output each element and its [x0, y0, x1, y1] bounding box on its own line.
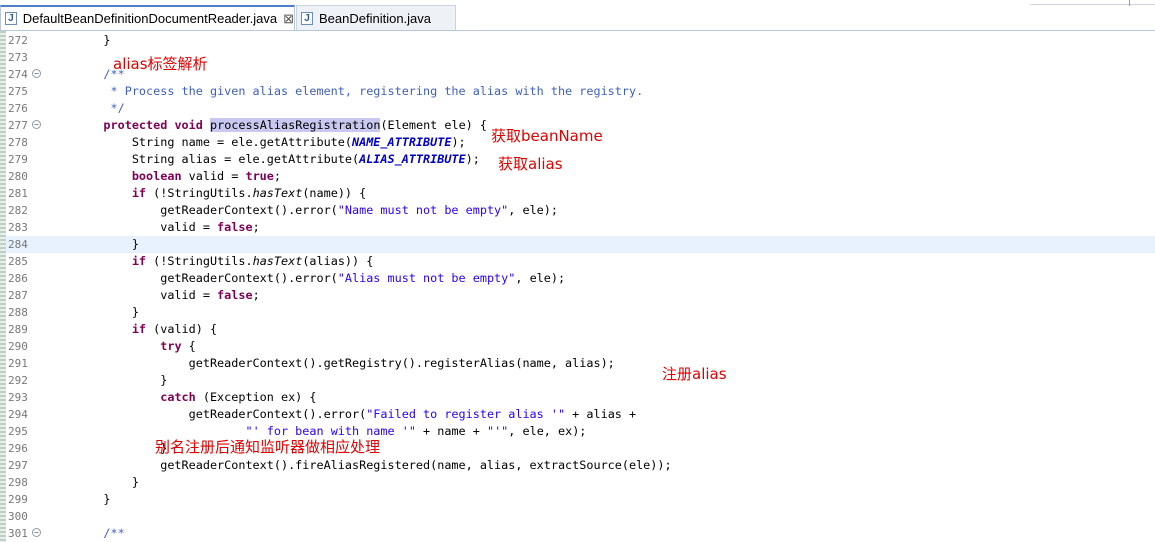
java-file-icon: J — [5, 12, 17, 25]
code-line[interactable]: 298 } — [6, 474, 1155, 491]
code-line[interactable]: 290 try { — [6, 338, 1155, 355]
annotation-notify-listener: 别名注册后通知监听器做相应处理 — [155, 438, 381, 456]
code-text[interactable]: } — [75, 236, 139, 253]
line-number: 272 — [8, 34, 28, 47]
line-number: 297 — [8, 459, 28, 472]
line-number: 276 — [8, 102, 28, 115]
annotation-get-beanname: 获取beanName — [491, 127, 603, 145]
code-line[interactable]: 280 boolean valid = true; — [6, 168, 1155, 185]
line-number: 292 — [8, 374, 28, 387]
code-text[interactable]: if (!StringUtils.hasText(alias)) { — [75, 253, 374, 270]
code-text[interactable]: getReaderContext().error("Failed to regi… — [75, 406, 636, 423]
code-text[interactable]: } — [75, 304, 139, 321]
code-text[interactable]: protected void processAliasRegistration(… — [75, 117, 487, 134]
line-number: 289 — [8, 323, 28, 336]
line-number: 300 — [8, 510, 28, 523]
code-text[interactable]: String alias = ele.getAttribute(ALIAS_AT… — [75, 151, 480, 168]
code-text[interactable]: valid = false; — [75, 219, 259, 236]
code-line[interactable]: 279 String alias = ele.getAttribute(ALIA… — [6, 151, 1155, 168]
code-line[interactable]: 293 catch (Exception ex) { — [6, 389, 1155, 406]
code-line[interactable]: 272 } — [6, 32, 1155, 49]
fold-toggle-icon[interactable]: − — [32, 528, 41, 537]
code-line[interactable]: 301− /** — [6, 525, 1155, 542]
line-number: 280 — [8, 170, 28, 183]
fold-toggle-icon[interactable]: − — [32, 120, 41, 129]
code-text[interactable]: * Process the given alias element, regis… — [75, 83, 644, 100]
line-number: 293 — [8, 391, 28, 404]
view-menu-marker — [1129, 0, 1130, 6]
code-line[interactable]: 292 } — [6, 372, 1155, 389]
code-line[interactable]: 284 } — [6, 236, 1155, 253]
line-number: 294 — [8, 408, 28, 421]
line-number: 291 — [8, 357, 28, 370]
code-line[interactable]: 291 getReaderContext().getRegistry().reg… — [6, 355, 1155, 372]
code-text[interactable]: } — [75, 32, 110, 49]
code-text[interactable]: getReaderContext().getRegistry().registe… — [75, 355, 615, 372]
tab-default-bean-definition-document-reader[interactable]: J DefaultBeanDefinitionDocumentReader.ja… — [0, 5, 295, 30]
annotation-alias-tag-parse: alias标签解析 — [113, 55, 208, 73]
code-text[interactable]: getReaderContext().error("Name must not … — [75, 202, 558, 219]
tab-label: BeanDefinition.java — [319, 10, 432, 26]
code-line[interactable]: 281 if (!StringUtils.hasText(name)) { — [6, 185, 1155, 202]
tab-label: DefaultBeanDefinitionDocumentReader.java — [22, 11, 278, 26]
line-number: 283 — [8, 221, 28, 234]
code-line[interactable]: 289 if (valid) { — [6, 321, 1155, 338]
line-number: 296 — [8, 442, 28, 455]
close-tab-icon[interactable]: ⊠ — [283, 11, 294, 27]
code-text[interactable]: } — [75, 372, 167, 389]
code-line[interactable]: 276 */ — [6, 100, 1155, 117]
code-line[interactable]: 283 valid = false; — [6, 219, 1155, 236]
fold-toggle-icon[interactable]: − — [32, 69, 41, 78]
code-line[interactable]: 300 — [6, 508, 1155, 525]
code-text[interactable]: } — [75, 440, 167, 457]
line-number: 279 — [8, 153, 28, 166]
line-number: 284 — [8, 238, 28, 251]
tab-bean-definition[interactable]: J BeanDefinition.java — [296, 5, 456, 30]
code-text[interactable]: if (valid) { — [75, 321, 217, 338]
line-number: 282 — [8, 204, 28, 217]
code-text[interactable]: valid = false; — [75, 287, 259, 304]
code-line[interactable]: 287 valid = false; — [6, 287, 1155, 304]
code-editor[interactable]: 272 } 273 274− /** 275 * Process the given … — [0, 31, 1155, 542]
code-line[interactable]: 275 * Process the given alias element, r… — [6, 83, 1155, 100]
line-number: 288 — [8, 306, 28, 319]
code-line[interactable]: 282 getReaderContext().error("Name must … — [6, 202, 1155, 219]
code-text[interactable]: if (!StringUtils.hasText(name)) { — [75, 185, 366, 202]
code-text[interactable]: String name = ele.getAttribute(NAME_ATTR… — [75, 134, 466, 151]
java-file-icon: J — [301, 11, 313, 25]
code-text[interactable]: try { — [75, 338, 196, 355]
line-number: 298 — [8, 476, 28, 489]
code-line[interactable]: 299 } — [6, 491, 1155, 508]
editor-tab-bar: J DefaultBeanDefinitionDocumentReader.ja… — [0, 0, 1155, 31]
line-number: 278 — [8, 136, 28, 149]
code-text[interactable]: } — [75, 491, 110, 508]
code-line[interactable]: 285 if (!StringUtils.hasText(alias)) { — [6, 253, 1155, 270]
code-line[interactable]: 297 getReaderContext().fireAliasRegister… — [6, 457, 1155, 474]
code-text[interactable]: boolean valid = true; — [75, 168, 281, 185]
line-number: 281 — [8, 187, 28, 200]
line-number: 295 — [8, 425, 28, 438]
code-line[interactable]: 294 getReaderContext().error("Failed to … — [6, 406, 1155, 423]
annotation-register-alias: 注册alias — [662, 365, 727, 383]
line-number: 287 — [8, 289, 28, 302]
line-number: 286 — [8, 272, 28, 285]
line-number: 285 — [8, 255, 28, 268]
code-line[interactable]: 288 } — [6, 304, 1155, 321]
line-number: 299 — [8, 493, 28, 506]
line-number: 290 — [8, 340, 28, 353]
line-number: 275 — [8, 85, 28, 98]
annotation-get-alias: 获取alias — [498, 155, 563, 173]
code-text[interactable]: catch (Exception ex) { — [75, 389, 316, 406]
code-text[interactable]: /** — [75, 525, 124, 542]
code-text[interactable]: */ — [75, 100, 125, 117]
line-number: 273 — [8, 51, 28, 64]
code-text[interactable]: } — [75, 474, 139, 491]
code-text[interactable]: getReaderContext().fireAliasRegistered(n… — [75, 457, 671, 474]
toolbar-divider — [1030, 4, 1155, 5]
code-line[interactable]: 286 getReaderContext().error("Alias must… — [6, 270, 1155, 287]
code-text[interactable]: getReaderContext().error("Alias must not… — [75, 270, 565, 287]
